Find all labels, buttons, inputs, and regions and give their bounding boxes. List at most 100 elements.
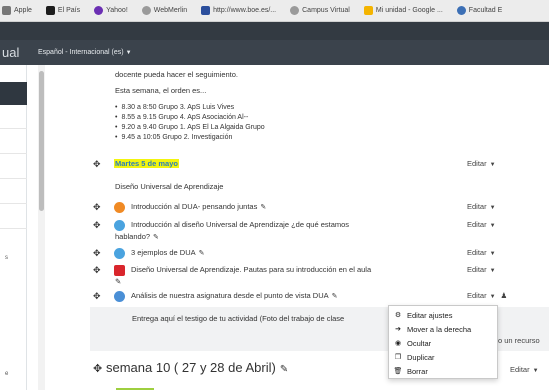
move-icon[interactable]: ✥	[93, 291, 101, 302]
apple-icon	[2, 6, 11, 15]
pencil-icon[interactable]: ✎	[199, 250, 205, 257]
nav-drawer-item[interactable]: e	[5, 371, 8, 377]
activity-link[interactable]: Introducción al DUA- pensando juntas ✎	[131, 202, 266, 211]
highlighted-date: Martes 5 de mayo	[114, 159, 179, 168]
bookmark-boe[interactable]: http://www.boe.es/...	[201, 6, 276, 15]
move-icon[interactable]: ✥	[93, 220, 101, 231]
elpais-icon	[45, 6, 55, 15]
menu-item-label: Editar ajustes	[407, 310, 453, 320]
schedule-item: 8.55 a 9.15 Grupo 4. ApS Asociación Al--	[115, 114, 248, 121]
activity-title: Análisis de nuestra asignatura desde el …	[131, 291, 329, 300]
boe-icon	[201, 6, 211, 15]
nav-drawer-divider	[0, 228, 27, 229]
caret-down-icon: ▼	[125, 50, 132, 56]
edit-menu-button[interactable]: Editar ▼	[467, 159, 496, 168]
gear-icon: ⚙	[394, 312, 402, 319]
move-icon[interactable]: ✥	[93, 159, 101, 170]
activity-link[interactable]: Introducción al diseño Universal de Apre…	[131, 220, 349, 229]
activity-link[interactable]: hablando? ✎	[115, 232, 159, 241]
resource-icon	[114, 202, 125, 213]
pencil-icon[interactable]: ✎	[153, 234, 159, 241]
bookmark-label: Campus Virtual	[302, 7, 350, 14]
copy-icon: ❐	[394, 354, 402, 361]
site-navbar	[0, 22, 549, 40]
bookmark-label: Mi unidad - Google ...	[375, 7, 443, 14]
globe-icon	[141, 6, 151, 15]
caret-down-icon: ▼	[489, 251, 496, 257]
move-icon[interactable]: ✥	[93, 202, 101, 213]
bookmark-facultad[interactable]: Facultad E	[456, 6, 503, 15]
edit-dropdown-menu: ⚙ Editar ajustes ➔ Mover a la derecha ◉ Ocu…	[388, 305, 498, 379]
activity-link[interactable]: Diseño Universal de Aprendizaje. Pautas …	[131, 265, 371, 274]
bookmark-yahoo[interactable]: Yahoo!	[94, 6, 128, 15]
yahoo-icon	[94, 6, 104, 15]
globe-icon	[290, 6, 300, 15]
menu-item-hide[interactable]: ◉ Ocultar	[389, 336, 497, 350]
activity-link[interactable]: 3 ejemplos de DUA ✎	[131, 248, 205, 257]
nav-drawer: s e	[0, 65, 27, 390]
edit-menu-button[interactable]: Editar ▼	[467, 265, 496, 274]
move-icon[interactable]: ✥	[93, 265, 101, 276]
nav-drawer-item[interactable]: s	[5, 255, 8, 261]
activity-link[interactable]: Análisis de nuestra asignatura desde el …	[131, 291, 338, 300]
pencil-icon[interactable]: ✎	[115, 277, 121, 286]
activity-title: hablando?	[115, 232, 151, 241]
pdf-icon	[114, 265, 125, 276]
menu-item-delete[interactable]: 🗑 Borrar	[389, 364, 497, 378]
bookmark-apple[interactable]: Apple	[2, 6, 32, 15]
activity-title: Diseño Universal de Aprendizaje. Pautas …	[131, 265, 372, 274]
menu-item-duplicate[interactable]: ❐ Duplicar	[389, 350, 497, 364]
bookmark-webmerlin[interactable]: WebMerlin	[141, 6, 188, 15]
edit-menu-button[interactable]: Editar ▼ ♟	[467, 291, 507, 300]
nav-drawer-divider	[0, 203, 27, 204]
pencil-icon[interactable]: ✎	[332, 293, 338, 300]
edit-label: Editar	[467, 202, 487, 211]
bookmark-campus[interactable]: Campus Virtual	[290, 6, 350, 15]
pencil-icon[interactable]: ✎	[260, 204, 266, 211]
nav-drawer-selected-item[interactable]	[0, 82, 27, 105]
section-subtitle: Diseño Universal de Aprendizaje	[115, 182, 224, 191]
bookmark-drive[interactable]: Mi unidad - Google ...	[363, 6, 443, 15]
google-drive-icon	[363, 6, 373, 15]
caret-down-icon: ▼	[489, 268, 496, 274]
bookmark-label: Apple	[14, 7, 32, 14]
menu-item-move-right[interactable]: ➔ Mover a la derecha	[389, 322, 497, 336]
menu-item-label: Borrar	[407, 366, 428, 376]
bookmark-label: Facultad E	[468, 7, 503, 14]
language-label: Español - Internacional (es)	[38, 49, 124, 56]
schedule-item: 9.20 a 9.40 Grupo 1. ApS El La Algaida G…	[115, 124, 264, 131]
user-icon[interactable]: ♟	[501, 291, 508, 300]
caret-down-icon: ▼	[489, 162, 496, 168]
edit-menu-button[interactable]: Editar ▼	[467, 248, 496, 257]
site-brand[interactable]: ual	[2, 45, 38, 60]
scrollbar-thumb[interactable]	[39, 71, 44, 211]
edit-label: Editar	[467, 248, 487, 257]
resource-icon	[114, 220, 125, 231]
bookmark-label: http://www.boe.es/...	[213, 7, 277, 14]
add-resource-link[interactable]: o un recurso	[498, 336, 540, 345]
edit-label: Editar	[467, 291, 487, 300]
activity-description: Entrega aquí el testigo de tu actividad …	[132, 314, 345, 323]
scrollbar[interactable]	[38, 65, 45, 390]
nav-drawer-divider	[0, 153, 27, 154]
bookmarks-bar: Apple El País Yahoo! WebMerlin http://ww…	[0, 0, 549, 22]
edit-label: Editar	[467, 159, 487, 168]
bookmark-label: WebMerlin	[153, 7, 188, 14]
schedule-item: 9.45 a 10:05 Grupo 2. Investigación	[115, 134, 232, 141]
move-icon[interactable]: ✥	[93, 248, 101, 259]
edit-label: Editar	[467, 265, 487, 274]
menu-item-label: Ocultar	[407, 338, 432, 348]
schedule-item: 8.30 a 8:50 Grupo 3. ApS Luis Vives	[115, 104, 234, 111]
intro-text: Esta semana, el orden es...	[115, 86, 207, 95]
trash-icon: 🗑	[393, 368, 403, 375]
university-icon	[456, 6, 466, 15]
menu-item-edit-settings[interactable]: ⚙ Editar ajustes	[389, 308, 497, 322]
intro-text: docente pueda hacer el seguimiento.	[115, 70, 239, 79]
language-menu[interactable]: Español - Internacional (es) ▼	[38, 49, 132, 56]
bookmark-elpais[interactable]: El País	[45, 6, 80, 15]
activity-title: Introducción al diseño Universal de Apre…	[131, 220, 350, 229]
resource-icon	[114, 248, 125, 259]
arrow-right-icon: ➔	[395, 326, 401, 333]
edit-menu-button[interactable]: Editar ▼	[467, 202, 496, 211]
edit-menu-button[interactable]: Editar ▼	[467, 220, 496, 229]
